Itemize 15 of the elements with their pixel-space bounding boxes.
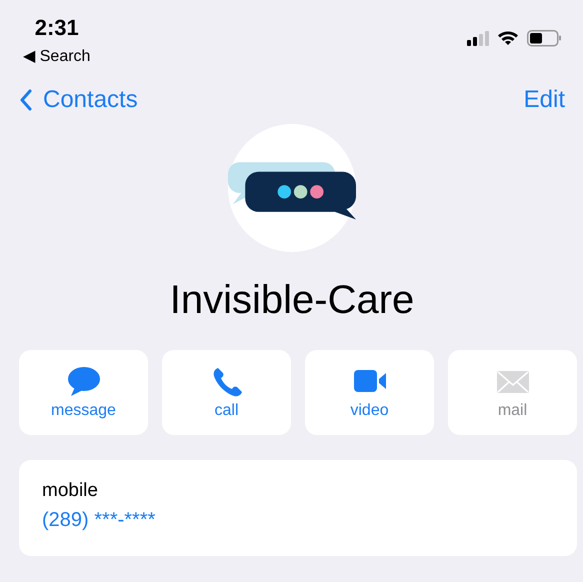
message-button[interactable]: message <box>19 350 148 435</box>
battery-icon <box>527 30 561 47</box>
wifi-icon <box>497 31 519 46</box>
edit-button[interactable]: Edit <box>524 86 565 114</box>
phone-label: mobile <box>42 480 99 502</box>
back-button[interactable]: Contacts <box>19 86 138 114</box>
speech-bubble-icon <box>66 366 100 398</box>
call-button[interactable]: call <box>162 350 291 435</box>
status-time: 2:31 <box>34 14 79 42</box>
back-to-app-link[interactable]: ◀ Search <box>23 46 90 66</box>
video-button[interactable]: video <box>305 350 434 435</box>
phone-number-link[interactable]: (289) ***-**** <box>42 508 554 532</box>
signal-icon <box>467 31 489 46</box>
chevron-left-icon <box>19 89 33 111</box>
contact-name: Invisible-Care <box>168 277 416 324</box>
